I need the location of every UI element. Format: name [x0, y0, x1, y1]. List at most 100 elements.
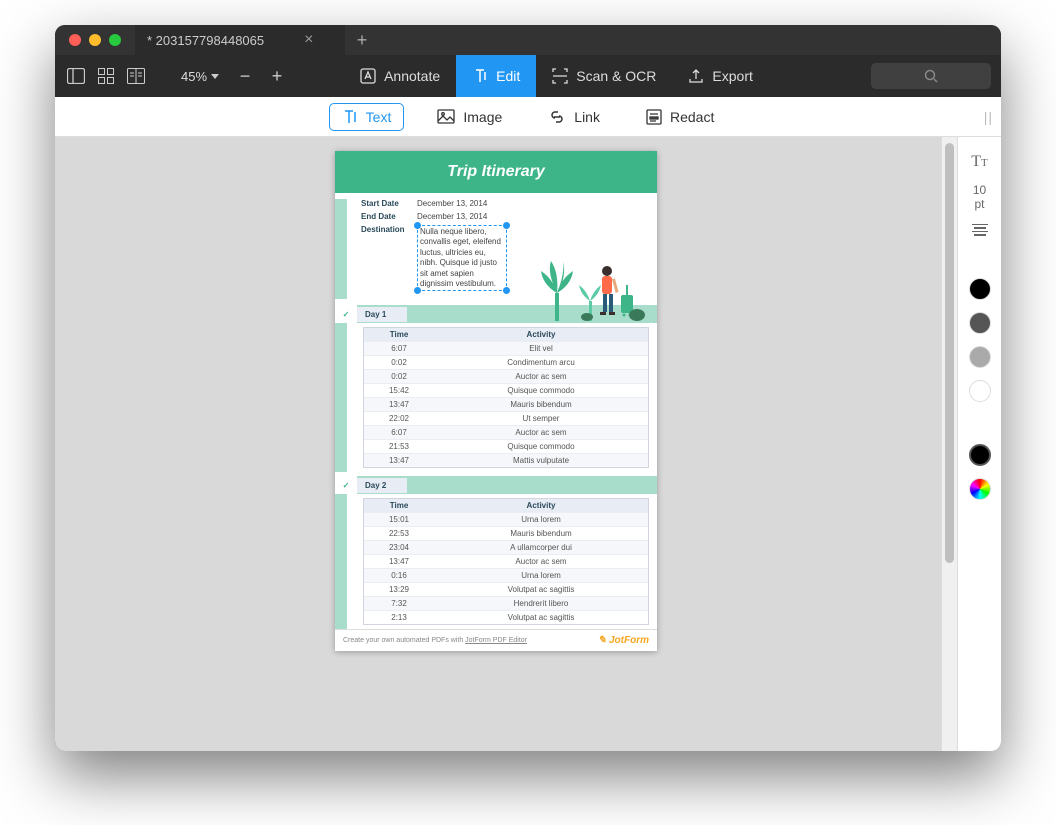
table-row: 0:02Auctor ac sem	[364, 369, 648, 383]
cell-time: 13:47	[364, 454, 434, 467]
current-color-swatch[interactable]	[969, 444, 991, 466]
annotate-button[interactable]: Annotate	[344, 55, 456, 97]
page-footer: Create your own automated PDFs with JotF…	[335, 629, 657, 651]
selected-text-box[interactable]: Nulla neque libero, convallis eget, elei…	[417, 225, 507, 291]
text-tool-button[interactable]: Text	[329, 103, 405, 131]
maximize-window-button[interactable]	[109, 34, 121, 46]
image-icon	[437, 109, 455, 124]
cell-time: 6:07	[364, 342, 434, 355]
color-swatch-white[interactable]	[969, 380, 991, 402]
link-tool-button[interactable]: Link	[535, 103, 613, 131]
close-tab-icon[interactable]: ×	[304, 31, 313, 49]
main-toolbar: 45% − + Annotate Edit Scan & OCR Export	[55, 55, 1001, 97]
export-button[interactable]: Export	[672, 55, 768, 97]
selection-handle-tr[interactable]	[503, 222, 510, 229]
color-swatch-gray[interactable]	[969, 346, 991, 368]
titlebar: * 203157798448065 × +	[55, 25, 1001, 55]
end-date-value: December 13, 2014	[417, 212, 487, 221]
table-row: 6:07Elit vel	[364, 341, 648, 355]
col-activity: Activity	[434, 499, 648, 512]
scroll-thumb[interactable]	[945, 143, 954, 563]
selection-handle-br[interactable]	[503, 287, 510, 294]
minimize-window-button[interactable]	[89, 34, 101, 46]
redact-tool-label: Redact	[670, 109, 714, 125]
cell-activity: Hendrerit libero	[434, 597, 648, 610]
table-row: 0:16Urna lorem	[364, 568, 648, 582]
text-cursor-icon	[342, 109, 358, 125]
new-tab-button[interactable]: +	[345, 25, 379, 55]
thumbnails-icon[interactable]	[95, 66, 117, 86]
properties-panel: TT 10 pt	[957, 137, 1001, 751]
cell-activity: Volutpat ac sagittis	[434, 583, 648, 596]
color-picker-icon[interactable]	[969, 478, 991, 500]
window-controls	[55, 34, 135, 46]
selection-handle-tl[interactable]	[414, 222, 421, 229]
cell-activity: Urna lorem	[434, 513, 648, 526]
scan-ocr-label: Scan & OCR	[576, 68, 656, 84]
image-tool-button[interactable]: Image	[424, 103, 515, 131]
color-swatch-black[interactable]	[969, 278, 991, 300]
cell-time: 22:53	[364, 527, 434, 540]
accent-bar	[335, 199, 347, 299]
cell-time: 2:13	[364, 611, 434, 624]
annotate-label: Annotate	[384, 68, 440, 84]
page-view-icon[interactable]	[125, 66, 147, 86]
text-tool-label: Text	[366, 109, 392, 125]
cell-time: 7:32	[364, 597, 434, 610]
table-row: 13:47Mattis vulputate	[364, 453, 648, 467]
start-date-label: Start Date	[361, 199, 417, 208]
cell-time: 15:01	[364, 513, 434, 526]
zoom-value: 45%	[181, 69, 207, 84]
destination-value: Nulla neque libero, convallis eget, elei…	[420, 227, 501, 288]
document-tab[interactable]: * 203157798448065 ×	[135, 25, 345, 55]
edit-subtoolbar: Text Image Link Redact ||	[55, 97, 1001, 137]
table-row: 15:01Urna lorem	[364, 512, 648, 526]
canvas[interactable]: Trip Itinerary Start Date December 13, 2…	[55, 137, 941, 751]
table-row: 13:47Mauris bibendum	[364, 397, 648, 411]
panel-drag-handle[interactable]: ||	[984, 109, 993, 125]
cell-activity: Mauris bibendum	[434, 398, 648, 411]
chevron-down-icon	[211, 74, 219, 79]
font-size-button[interactable]: 10 pt	[973, 183, 986, 212]
search-input[interactable]	[871, 63, 991, 89]
footer-link[interactable]: JotForm PDF Editor	[465, 637, 527, 644]
redact-icon	[646, 109, 662, 125]
selection-handle-bl[interactable]	[414, 287, 421, 294]
footer-text: Create your own automated PDFs with JotF…	[343, 637, 527, 644]
cell-time: 23:04	[364, 541, 434, 554]
cell-activity: Condimentum arcu	[434, 356, 648, 369]
vertical-scrollbar[interactable]	[941, 137, 957, 751]
cell-activity: Auctor ac sem	[434, 370, 648, 383]
cell-time: 0:02	[364, 356, 434, 369]
jotform-logo: ✎ JotForm	[598, 635, 649, 646]
day-check-icon: ✓	[335, 305, 357, 323]
day-label: Day 1	[357, 307, 407, 322]
scan-ocr-button[interactable]: Scan & OCR	[536, 55, 672, 97]
close-window-button[interactable]	[69, 34, 81, 46]
trip-illustration	[537, 243, 647, 323]
cell-time: 13:47	[364, 398, 434, 411]
redact-tool-button[interactable]: Redact	[633, 103, 727, 131]
zoom-in-button[interactable]: +	[265, 66, 289, 87]
table-row: 21:53Quisque commodo	[364, 439, 648, 453]
accent-bar	[335, 494, 347, 629]
cell-activity: Auctor ac sem	[434, 426, 648, 439]
alignment-icon[interactable]	[972, 224, 988, 236]
link-tool-label: Link	[574, 109, 600, 125]
export-label: Export	[712, 68, 752, 84]
activity-table: TimeActivity15:01Urna lorem22:53Mauris b…	[363, 498, 649, 625]
edit-button[interactable]: Edit	[456, 55, 536, 97]
day-label: Day 2	[357, 478, 407, 493]
font-style-icon[interactable]: TT	[971, 153, 988, 171]
annotate-icon	[360, 68, 376, 84]
cell-time: 21:53	[364, 440, 434, 453]
edit-text-icon	[472, 68, 488, 84]
cell-time: 15:42	[364, 384, 434, 397]
search-icon	[924, 69, 938, 83]
sidebar-toggle-icon[interactable]	[65, 66, 87, 86]
color-swatch-darkgray[interactable]	[969, 312, 991, 334]
page-title: Trip Itinerary	[335, 151, 657, 193]
cell-activity: Quisque commodo	[434, 384, 648, 397]
zoom-out-button[interactable]: −	[233, 66, 257, 87]
zoom-dropdown[interactable]: 45%	[175, 69, 225, 84]
